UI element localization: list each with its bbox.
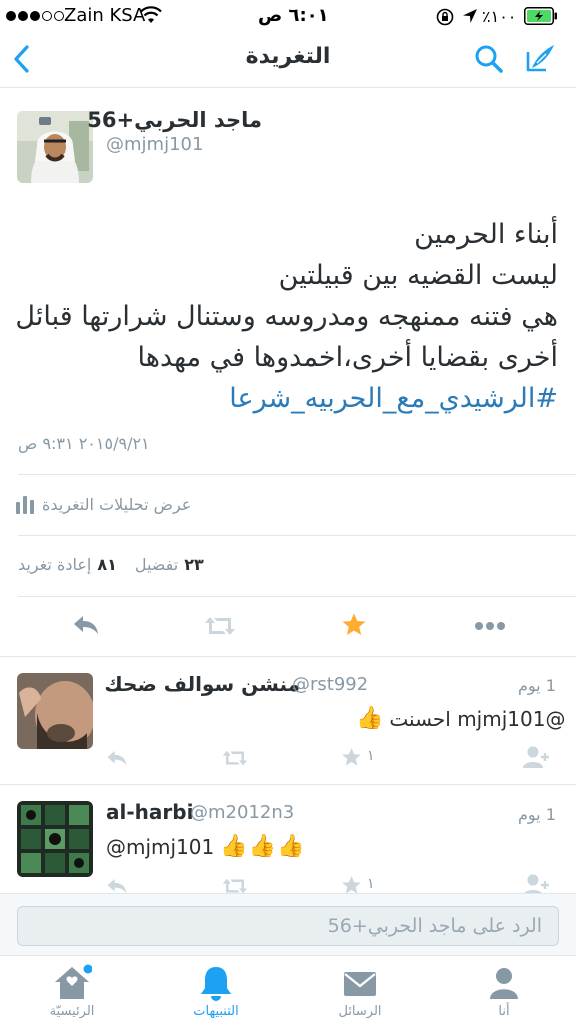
reply-time: 1 يوم — [518, 805, 556, 824]
bell-icon — [201, 967, 231, 1001]
follow-user-icon[interactable] — [522, 745, 550, 769]
home-icon — [55, 964, 92, 999]
thumbs-up-emoji: 👍👍👍 — [220, 834, 306, 859]
divider — [18, 596, 576, 597]
reply-avatar[interactable] — [17, 673, 93, 749]
reply-author-handle[interactable]: @rst992 — [292, 674, 368, 695]
rotation-lock-icon — [436, 8, 454, 26]
reply-favorite-count: ١ — [367, 748, 375, 764]
tab-label: التنبيهات — [193, 1004, 239, 1019]
tweet-text: أبناء الحرمين ليست القضيه بين قبيلتين هي… — [15, 214, 558, 419]
divider — [18, 535, 576, 536]
tab-label: أنا — [498, 1004, 510, 1019]
status-bar: Zain KSA ٦:٠١ ص ٪١٠٠ — [0, 0, 576, 32]
tweet-line: أخرى بقضايا أخرى،اخمدوها في مهدها — [137, 342, 558, 373]
compose-tweet-icon[interactable] — [524, 42, 556, 74]
battery-percent: ٪١٠٠ — [482, 7, 517, 26]
author-handle[interactable]: @mjmj101 — [106, 134, 203, 155]
tab-bar: الرئيسيّة التنبيهات الرسائل أنا — [0, 955, 576, 1024]
tweet-stats: ٢٣ تفضيل ٨١ إعادة تغريد — [18, 555, 204, 574]
reply-time: 1 يوم — [518, 676, 556, 695]
thumbs-up-emoji: 👍 — [356, 706, 384, 731]
reply-composer-bar: الرد على ماجد الحربي+56 — [0, 893, 576, 955]
wifi-icon — [140, 6, 162, 23]
retweet-icon[interactable] — [204, 615, 236, 637]
author-avatar[interactable] — [17, 111, 93, 183]
divider — [18, 474, 576, 475]
hashtag-link[interactable]: #الرشيدي_مع_الحربيه_شرعا — [18, 378, 558, 419]
reply-text: @mjmj101 احسنت — [389, 706, 566, 731]
reply-favorite-count: ١ — [367, 876, 375, 892]
favorite-star-icon[interactable] — [341, 612, 367, 638]
location-arrow-icon — [463, 9, 477, 23]
favorites-count[interactable]: ٢٣ — [184, 555, 204, 574]
retweets-count[interactable]: ٨١ — [97, 555, 117, 574]
tab-messages[interactable]: الرسائل — [288, 956, 432, 1024]
reply-input[interactable]: الرد على ماجد الحربي+56 — [17, 906, 559, 946]
tab-home[interactable]: الرئيسيّة — [0, 956, 144, 1024]
reply-content: @mjmj101 👍👍👍 — [106, 834, 305, 859]
signal-strength-icon — [6, 11, 64, 21]
more-options-icon[interactable] — [474, 620, 506, 632]
reply-author-handle[interactable]: @m2012n3 — [190, 802, 294, 823]
carrier-name: Zain KSA — [64, 5, 146, 26]
status-time: ٦:٠١ ص — [258, 5, 329, 26]
retweet-icon[interactable] — [222, 749, 248, 767]
analytics-link[interactable]: عرض تحليلات التغريدة — [16, 494, 191, 514]
reply-icon[interactable] — [72, 614, 100, 636]
navigation-bar: التغريدة — [0, 32, 576, 88]
reply-content: 👍 @mjmj101 احسنت — [356, 706, 565, 731]
bar-chart-icon — [16, 496, 34, 514]
retweets-label[interactable]: إعادة تغريد — [18, 555, 91, 574]
tab-label: الرئيسيّة — [49, 1004, 95, 1019]
divider — [0, 784, 576, 785]
tweet-line: هي فتنه ممنهجه ومدروسه وستنال شرارتها قب… — [15, 301, 558, 332]
divider — [0, 656, 576, 657]
reply-author-name[interactable]: al-harbi — [106, 800, 193, 824]
author-name[interactable]: ماجد الحربي+56 — [87, 108, 262, 132]
search-icon[interactable] — [474, 44, 504, 74]
tab-notifications[interactable]: التنبيهات — [144, 956, 288, 1024]
favorite-star-icon[interactable] — [341, 747, 362, 768]
person-icon — [490, 968, 518, 999]
reply-author-name[interactable]: منشن سوالف ضحك — [104, 672, 300, 696]
tweet-line: ليست القضيه بين قبيلتين — [278, 260, 558, 291]
favorites-label[interactable]: تفضيل — [135, 555, 178, 574]
envelope-icon — [344, 972, 376, 996]
tweet-timestamp: ٢٠١٥/٩/٢١ ٩:٣١ ص — [18, 434, 150, 453]
tweet-line: أبناء الحرمين — [414, 219, 558, 250]
tab-me[interactable]: أنا — [432, 956, 576, 1024]
reply-text: @mjmj101 — [106, 834, 215, 859]
tab-label: الرسائل — [338, 1004, 382, 1019]
analytics-label: عرض تحليلات التغريدة — [42, 494, 192, 514]
reply-icon[interactable] — [106, 749, 128, 767]
reply-avatar[interactable] — [17, 801, 93, 877]
battery-icon — [524, 7, 557, 25]
